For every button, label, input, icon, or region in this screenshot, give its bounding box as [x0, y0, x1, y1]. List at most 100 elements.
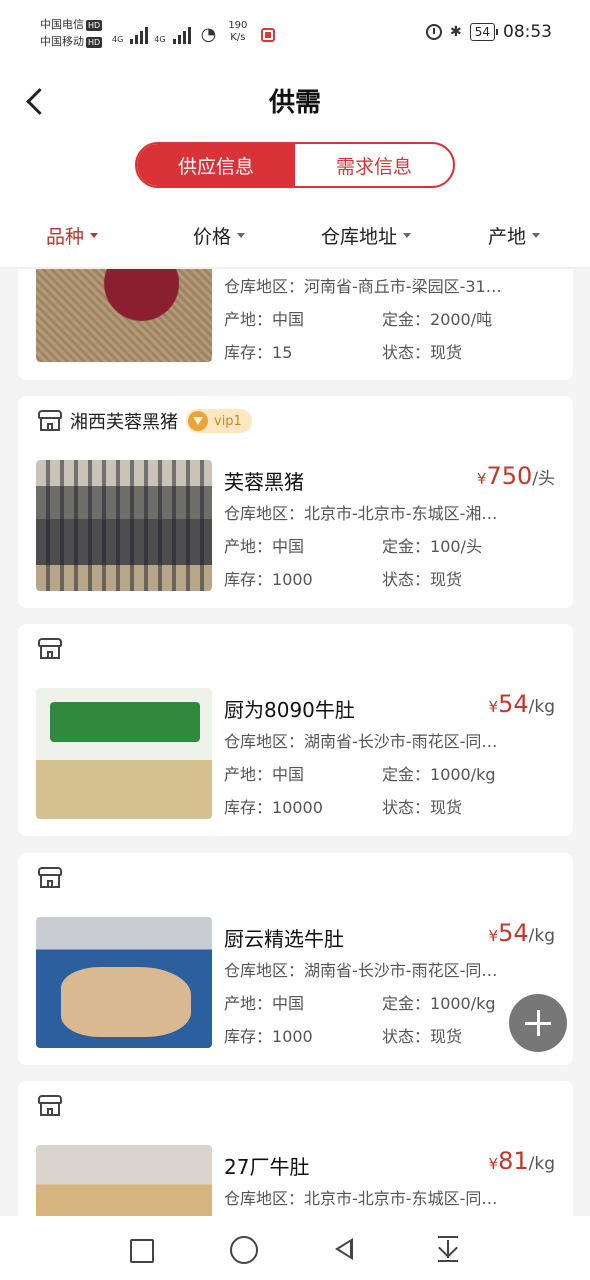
deposit-value: 2000/吨	[430, 310, 493, 329]
supply-card[interactable]: 27厂牛肚 ¥81/kg 仓库地区：北京市-北京市-东城区-同…	[18, 1081, 573, 1216]
navigation-bar: 供需	[0, 66, 590, 134]
status-label: 状态：	[382, 1027, 431, 1046]
stock-label: 库存：	[224, 343, 273, 362]
add-supply-button[interactable]	[509, 994, 567, 1052]
stock-label: 库存：	[224, 798, 273, 817]
warehouse-value: 北京市-北京市-东城区-同…	[304, 1189, 498, 1208]
currency-symbol: ¥	[488, 927, 499, 945]
store-header[interactable]	[38, 865, 62, 891]
price-amount: 54	[498, 919, 529, 947]
warehouse-label: 仓库地区：	[224, 961, 305, 980]
product-name: 厨云精选牛肚	[224, 927, 344, 951]
back-triangle-icon[interactable]	[327, 1232, 361, 1266]
filter-variety-label: 品种	[46, 226, 85, 248]
notification-pulldown-icon[interactable]	[432, 1232, 466, 1266]
filter-warehouse[interactable]: 仓库地址	[321, 222, 412, 249]
warehouse-row: 仓库地区：河南省-商丘市-梁园区-31…	[224, 273, 502, 297]
price-unit: /kg	[528, 697, 555, 717]
store-header[interactable]: 湘西芙蓉黑猪 vip1	[38, 408, 252, 434]
carrier-info: 中国电信 HD 中国移动 HD	[40, 16, 103, 50]
product-name: 芙蓉黑猪	[224, 470, 304, 494]
vip-badge: vip1	[186, 409, 252, 433]
origin-value: 中国	[272, 765, 305, 784]
status-value: 现货	[430, 343, 463, 362]
warehouse-value: 湖南省-长沙市-雨花区-同…	[304, 732, 498, 751]
filter-price[interactable]: 价格	[193, 222, 246, 249]
network-type-1: 4G	[112, 35, 124, 44]
recent-apps-icon[interactable]	[123, 1232, 157, 1266]
origin-row: 产地：中国	[224, 306, 304, 330]
status-value: 现货	[430, 570, 463, 589]
origin-label: 产地：	[224, 765, 273, 784]
warehouse-label: 仓库地区：	[224, 277, 305, 296]
deposit-label: 定金：	[382, 537, 431, 556]
tab-supply[interactable]: 供应信息	[137, 144, 295, 186]
filter-origin-label: 产地	[488, 226, 527, 248]
stock-row: 库存：1000	[224, 566, 313, 590]
store-header[interactable]	[38, 636, 62, 662]
deposit-value: 1000/kg	[430, 765, 496, 784]
origin-row: 产地：中国	[224, 761, 304, 785]
stock-row: 库存：10000	[224, 794, 323, 818]
deposit-row: 定金：2000/吨	[382, 306, 492, 330]
store-name: 湘西芙蓉黑猪	[70, 412, 178, 433]
status-label: 状态：	[382, 570, 431, 589]
system-navigation-bar	[0, 1216, 590, 1280]
alarm-icon	[425, 24, 442, 40]
origin-row: 产地：中国	[224, 533, 304, 557]
status-row: 状态：现货	[382, 794, 462, 818]
warehouse-label: 仓库地区：	[224, 732, 305, 751]
caret-down-icon	[403, 233, 412, 238]
currency-symbol: ¥	[488, 698, 499, 716]
filter-origin[interactable]: 产地	[488, 222, 541, 249]
product-image	[36, 688, 212, 819]
segment-bar: 供应信息 需求信息	[0, 134, 590, 206]
status-label: 状态：	[382, 343, 431, 362]
price-unit: /头	[532, 469, 555, 489]
signal-icon	[172, 26, 191, 44]
deposit-row: 定金：100/头	[382, 533, 482, 557]
clock: 08:53	[503, 22, 552, 42]
tab-demand[interactable]: 需求信息	[295, 144, 453, 186]
price-unit: /kg	[528, 1154, 555, 1174]
app-notification-icon	[261, 28, 276, 42]
origin-label: 产地：	[224, 994, 273, 1013]
battery-icon: 54	[469, 23, 499, 41]
product-image	[36, 917, 212, 1048]
warehouse-value: 湖南省-长沙市-雨花区-同…	[304, 961, 498, 980]
product-name: 厨为8090牛肚	[224, 698, 355, 722]
store-header[interactable]	[38, 1093, 62, 1119]
stock-row: 库存：15	[224, 339, 292, 363]
status-value: 现货	[430, 798, 463, 817]
supply-card[interactable]: 湘西芙蓉黑猪 vip1 芙蓉黑猪 ¥750/头 仓库地区：北京市-北京市-东城区…	[18, 396, 573, 608]
product-name: 27厂牛肚	[224, 1155, 310, 1179]
warehouse-label: 仓库地区：	[224, 504, 305, 523]
speed-unit: K/s	[230, 32, 246, 43]
store-icon	[38, 1095, 62, 1117]
deposit-value: 1000/kg	[430, 994, 496, 1013]
store-icon	[38, 867, 62, 889]
price-amount: 81	[498, 1147, 529, 1175]
supply-card[interactable]: 厨云精选牛肚 ¥54/kg 仓库地区：湖南省-长沙市-雨花区-同… 产地：中国 …	[18, 853, 573, 1065]
system-status: ✱ 54 08:53	[425, 22, 552, 42]
hd-badge: HD	[86, 36, 103, 48]
warehouse-value: 河南省-商丘市-梁园区-31…	[304, 277, 502, 296]
home-icon[interactable]	[226, 1232, 260, 1266]
product-price: ¥750/头	[477, 462, 555, 490]
deposit-label: 定金：	[382, 994, 431, 1013]
supply-card[interactable]: 仓库地区：河南省-商丘市-梁园区-31… 产地：中国 定金：2000/吨 库存：…	[18, 269, 573, 380]
caret-down-icon	[532, 233, 541, 238]
price-amount: 54	[498, 690, 529, 718]
stock-value: 10000	[272, 798, 323, 817]
supply-card[interactable]: 厨为8090牛肚 ¥54/kg 仓库地区：湖南省-长沙市-雨花区-同… 产地：中…	[18, 624, 573, 836]
filter-variety[interactable]: 品种	[46, 222, 99, 249]
deposit-label: 定金：	[382, 310, 431, 329]
status-row: 状态：现货	[382, 339, 462, 363]
price-unit: /kg	[528, 926, 555, 946]
origin-row: 产地：中国	[224, 990, 304, 1014]
network-speed: 190 K/s	[228, 20, 247, 44]
warehouse-row: 仓库地区：北京市-北京市-东城区-同…	[224, 1185, 497, 1209]
network-type-2: 4G	[154, 35, 166, 44]
deposit-row: 定金：1000/kg	[382, 990, 496, 1014]
carrier-2: 中国移动	[40, 35, 84, 48]
